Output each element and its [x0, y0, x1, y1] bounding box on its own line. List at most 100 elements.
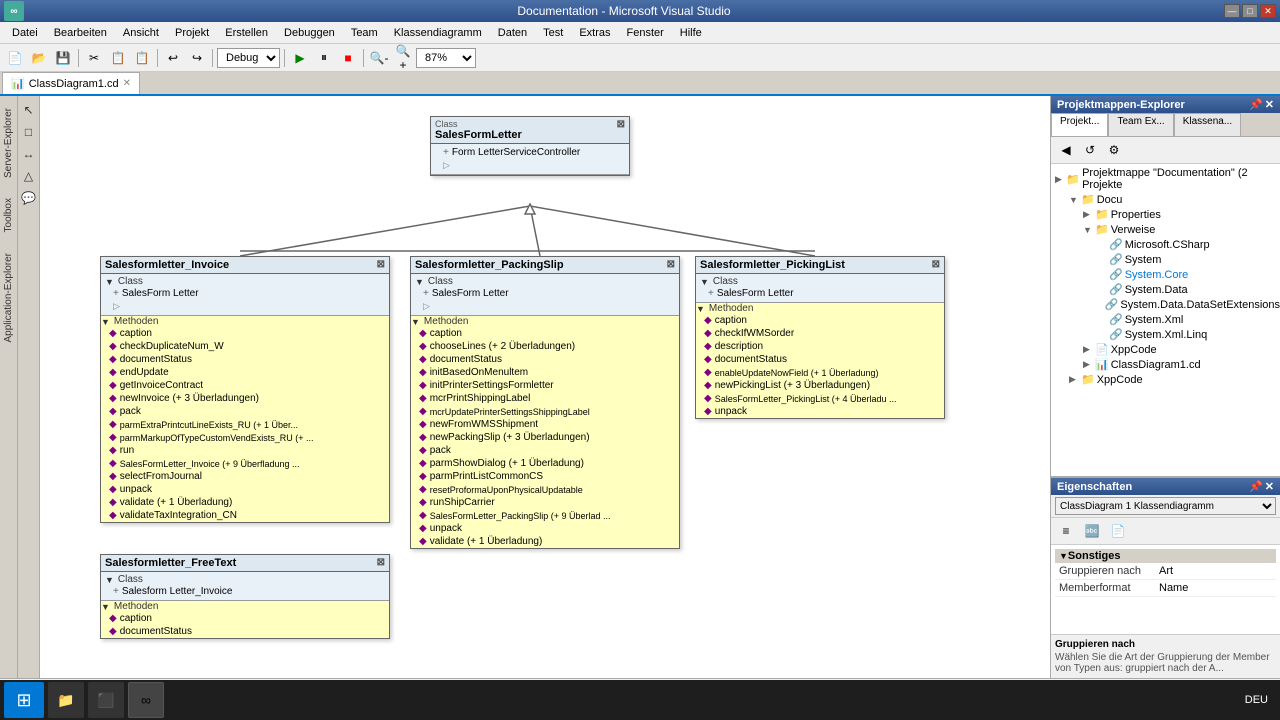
menu-item-fenster[interactable]: Fenster [619, 25, 672, 41]
uml-class-header[interactable]: ▼Class [105, 276, 385, 287]
uml-methods-header-pickinglist[interactable]: ▼Methoden [696, 303, 944, 314]
explorer-refresh-button[interactable]: ↺ [1079, 139, 1101, 161]
start-button[interactable]: ▶ [289, 47, 311, 69]
properties-dropdown[interactable]: ClassDiagram 1 Klassendiagramm [1055, 497, 1276, 515]
explorer-back-button[interactable]: ◀ [1055, 139, 1077, 161]
menu-item-daten[interactable]: Daten [490, 25, 535, 41]
tree-item[interactable]: ▶📁Projektmappe "Documentation" (2 Projek… [1051, 166, 1280, 192]
right-tab-team[interactable]: Team Ex... [1108, 113, 1173, 136]
uml-methods-header-freetext[interactable]: ▼Methoden [101, 601, 389, 612]
uml-close-packingslip[interactable]: ⊠ [667, 259, 675, 270]
zoom-in-button[interactable]: 🔍+ [392, 47, 414, 69]
uml-salesformletter[interactable]: Class SalesFormLetter ⊠ + Form LetterSer… [430, 116, 630, 176]
tab-close-button[interactable]: ✕ [123, 78, 131, 89]
tree-item[interactable]: ▶📄XppCode [1051, 342, 1280, 357]
tree-item[interactable]: ▶📁XppCode [1051, 372, 1280, 387]
menu-item-test[interactable]: Test [535, 25, 571, 41]
right-tab-klassen[interactable]: Klassena... [1174, 113, 1241, 136]
menu-item-team[interactable]: Team [343, 25, 386, 41]
uml-methods-header-invoice[interactable]: ▼Methoden [101, 316, 389, 327]
props-page-button[interactable]: 📄 [1107, 520, 1129, 542]
menu-item-extras[interactable]: Extras [571, 25, 618, 41]
menu-item-klassendiagramm[interactable]: Klassendiagramm [386, 25, 490, 41]
uml-close-invoice[interactable]: ⊠ [377, 259, 385, 270]
uml-freetext[interactable]: Salesformletter_FreeText ⊠ ▼Class +Sales… [100, 554, 390, 639]
zoom-dropdown[interactable]: 87% 100% 75% [416, 48, 476, 68]
uml-class-header-packingslip[interactable]: ▼Class [415, 276, 675, 287]
explorer-properties-button[interactable]: ⚙ [1103, 139, 1125, 161]
taskbar-vs[interactable]: ∞ [128, 682, 164, 718]
taskbar-cmd[interactable]: ⬛ [88, 682, 124, 718]
properties-close-icon[interactable]: ✕ [1265, 480, 1274, 493]
props-sort-button[interactable]: 🔤 [1081, 520, 1103, 542]
tree-item[interactable]: ▶📁Properties [1051, 207, 1280, 222]
explorer-pin-icon[interactable]: 📌 [1249, 98, 1263, 111]
menu-item-datei[interactable]: Datei [4, 25, 46, 41]
toolbox-tab[interactable]: Toolbox [1, 190, 16, 240]
uml-methods-header-packingslip[interactable]: ▼Methoden [411, 316, 679, 327]
prop-val-gruppieren[interactable]: Art [1159, 565, 1272, 577]
menu-item-ansicht[interactable]: Ansicht [115, 25, 167, 41]
tree-item[interactable]: 🔗System.Xml [1051, 312, 1280, 327]
uml-close-salesformletter[interactable]: ⊠ [617, 119, 625, 130]
app-explorer-tab[interactable]: Application-Explorer [1, 245, 16, 351]
properties-pin-icon[interactable]: 📌 [1249, 480, 1263, 493]
pause-button[interactable]: ⏸ [313, 47, 335, 69]
uml-class-header-freetext[interactable]: ▼Class [105, 574, 385, 585]
comment-icon[interactable]: 💬 [19, 188, 39, 208]
tree-item[interactable]: 🔗System.Data.DataSetExtensions [1051, 297, 1280, 312]
debug-config-dropdown[interactable]: Debug [217, 48, 280, 68]
tree-item[interactable]: ▶📊ClassDiagram1.cd [1051, 357, 1280, 372]
menu-item-erstellen[interactable]: Erstellen [217, 25, 276, 41]
redo-button[interactable]: ↪ [186, 47, 208, 69]
server-explorer-tab[interactable]: Server-Explorer [1, 100, 16, 186]
restore-button[interactable]: □ [1242, 4, 1258, 18]
new-button[interactable]: 📄 [4, 47, 26, 69]
close-button[interactable]: ✕ [1260, 4, 1276, 18]
menu-item-hilfe[interactable]: Hilfe [672, 25, 710, 41]
connect-icon[interactable]: ↔ [19, 144, 39, 164]
uml-pickinglist[interactable]: Salesformletter_PickingList ⊠ ▼Class +Sa… [695, 256, 945, 419]
uml-class-header-pickinglist[interactable]: ▼Class [700, 276, 940, 287]
copy-button[interactable]: 📋 [107, 47, 129, 69]
taskbar-file-explorer[interactable]: 📁 [48, 682, 84, 718]
tree-item[interactable]: 🔗Microsoft.CSharp [1051, 237, 1280, 252]
menu-item-bearbeiten[interactable]: Bearbeiten [46, 25, 115, 41]
explorer-close-icon[interactable]: ✕ [1265, 98, 1274, 111]
class-icon[interactable]: □ [19, 122, 39, 142]
menu-item-projekt[interactable]: Projekt [167, 25, 217, 41]
stop-button[interactable]: ■ [337, 47, 359, 69]
menu-item-debuggen[interactable]: Debuggen [276, 25, 343, 41]
explorer-tree[interactable]: ▶📁Projektmappe "Documentation" (2 Projek… [1051, 164, 1280, 476]
prop-val-member[interactable]: Name [1159, 582, 1272, 594]
uml-invoice[interactable]: Salesformletter_Invoice ⊠ ▼Class +SalesF… [100, 256, 390, 523]
open-button[interactable]: 📂 [28, 47, 50, 69]
inherit-icon[interactable]: △ [19, 166, 39, 186]
tree-item[interactable]: 🔗System.Xml.Linq [1051, 327, 1280, 342]
tree-item[interactable]: 🔗System.Data [1051, 282, 1280, 297]
tree-label: ClassDiagram1.cd [1111, 359, 1201, 371]
canvas-scroll[interactable]: Class SalesFormLetter ⊠ + Form LetterSer… [40, 96, 1050, 678]
tree-item[interactable]: ▼📁Docu [1051, 192, 1280, 207]
undo-button[interactable]: ↩ [162, 47, 184, 69]
tree-item[interactable]: ▼📁Verweise [1051, 222, 1280, 237]
save-button[interactable]: 💾 [52, 47, 74, 69]
props-cat-button[interactable]: ≡ [1055, 520, 1077, 542]
pointer-icon[interactable]: ↖ [19, 100, 39, 120]
tree-item[interactable]: 🔗System.Core [1051, 267, 1280, 282]
tree-item[interactable]: 🔗System [1051, 252, 1280, 267]
cut-button[interactable]: ✂ [83, 47, 105, 69]
uml-method: ◆documentStatus [101, 625, 389, 638]
canvas-area[interactable]: Class SalesFormLetter ⊠ + Form LetterSer… [40, 96, 1050, 678]
uml-close-freetext[interactable]: ⊠ [377, 557, 385, 568]
paste-button[interactable]: 📋 [131, 47, 153, 69]
uml-method: ◆unpack [101, 483, 389, 496]
zoom-out-button[interactable]: 🔍- [368, 47, 390, 69]
start-button[interactable]: ⊞ [4, 682, 44, 718]
uml-packingslip[interactable]: Salesformletter_PackingSlip ⊠ ▼Class +Sa… [410, 256, 680, 549]
minimize-button[interactable]: — [1224, 4, 1240, 18]
prop-section-sonstiges[interactable]: ▼ Sonstiges [1055, 549, 1276, 563]
uml-close-pickinglist[interactable]: ⊠ [932, 259, 940, 270]
right-tab-projekt[interactable]: Projekt... [1051, 113, 1108, 136]
tab-classdiagram[interactable]: 📊 ClassDiagram1.cd ✕ [2, 72, 140, 94]
